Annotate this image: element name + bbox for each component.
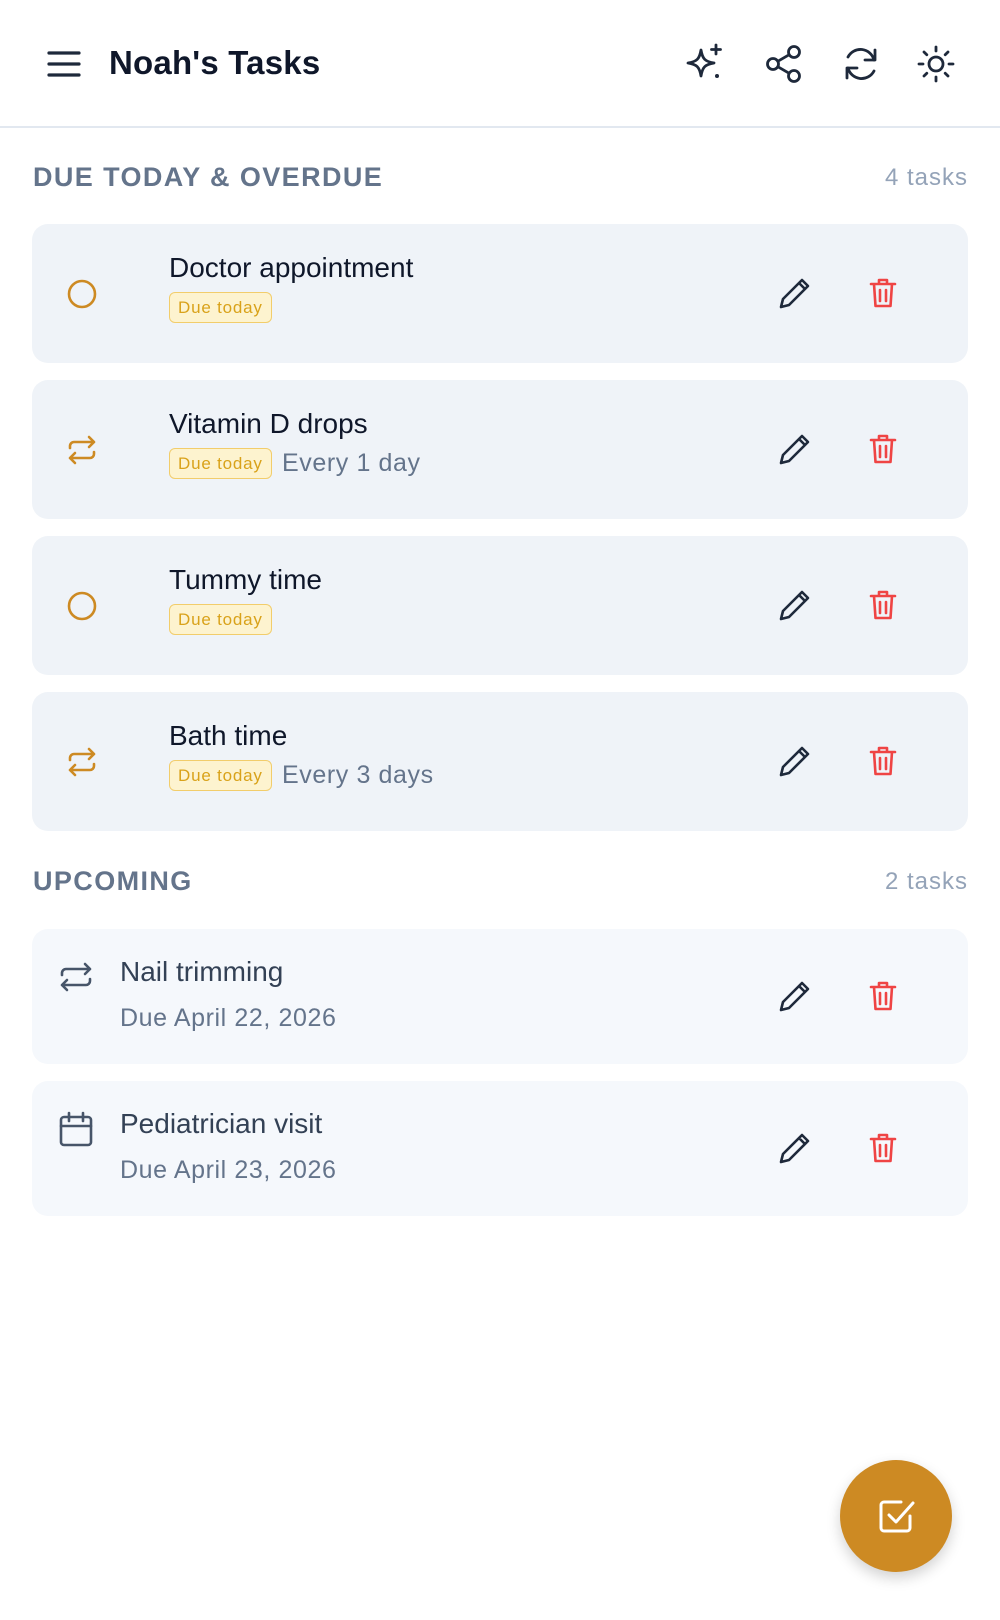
task-card[interactable]: Bath time Due today Every 3 days	[32, 692, 968, 831]
section-header-upcoming: UPCOMING 2 tasks	[33, 866, 968, 906]
repeat-icon[interactable]	[64, 432, 100, 468]
pencil-icon[interactable]	[776, 977, 814, 1015]
task-title: Tummy time	[169, 564, 322, 595]
repeat-icon	[56, 957, 96, 997]
task-title: Pediatrician visit	[120, 1108, 323, 1139]
task-count: 4 tasks	[884, 164, 968, 191]
trash-icon[interactable]	[864, 430, 902, 468]
pencil-icon[interactable]	[776, 586, 814, 624]
add-task-button[interactable]	[840, 1460, 952, 1572]
task-title: Vitamin D drops	[169, 408, 368, 439]
recurrence-text: Every 1 day	[282, 449, 421, 477]
pencil-icon[interactable]	[776, 742, 814, 780]
app-header: Noah's Tasks	[0, 0, 1000, 128]
repeat-icon[interactable]	[64, 744, 100, 780]
pencil-icon[interactable]	[776, 274, 814, 312]
status-badge: Due today	[169, 604, 272, 635]
task-card[interactable]: Nail trimming Due April 22, 2026	[32, 929, 968, 1064]
menu-icon[interactable]	[44, 44, 84, 84]
section-title: UPCOMING	[33, 866, 193, 896]
task-title: Bath time	[169, 720, 288, 751]
status-badge: Due today	[169, 292, 272, 323]
trash-icon[interactable]	[864, 1129, 902, 1167]
circle-icon[interactable]	[64, 588, 100, 624]
sparkles-icon[interactable]	[683, 42, 727, 86]
task-count: 2 tasks	[884, 868, 968, 895]
status-badge: Due today	[169, 448, 272, 479]
status-badge: Due today	[169, 760, 272, 791]
task-card[interactable]: Pediatrician visit Due April 23, 2026	[32, 1081, 968, 1216]
section-title: DUE TODAY & OVERDUE	[33, 162, 384, 192]
sun-icon[interactable]	[914, 42, 958, 86]
task-title: Doctor appointment	[169, 252, 414, 283]
pencil-icon[interactable]	[776, 430, 814, 468]
share-icon[interactable]	[762, 42, 806, 86]
refresh-icon[interactable]	[839, 42, 883, 86]
task-card[interactable]: Doctor appointment Due today	[32, 224, 968, 363]
recurrence-text: Every 3 days	[282, 761, 434, 789]
due-date: Due April 22, 2026	[120, 1004, 337, 1032]
section-header-due-today: DUE TODAY & OVERDUE 4 tasks	[33, 162, 968, 202]
pencil-icon[interactable]	[776, 1129, 814, 1167]
trash-icon[interactable]	[864, 274, 902, 312]
task-card[interactable]: Vitamin D drops Due today Every 1 day	[32, 380, 968, 519]
task-title: Nail trimming	[120, 956, 284, 987]
trash-icon[interactable]	[864, 742, 902, 780]
circle-icon[interactable]	[64, 276, 100, 312]
calendar-icon	[56, 1109, 96, 1149]
trash-icon[interactable]	[864, 977, 902, 1015]
trash-icon[interactable]	[864, 586, 902, 624]
due-date: Due April 23, 2026	[120, 1156, 337, 1184]
check-square-icon	[879, 1500, 915, 1533]
task-card[interactable]: Tummy time Due today	[32, 536, 968, 675]
page-title: Noah's Tasks	[109, 44, 321, 81]
